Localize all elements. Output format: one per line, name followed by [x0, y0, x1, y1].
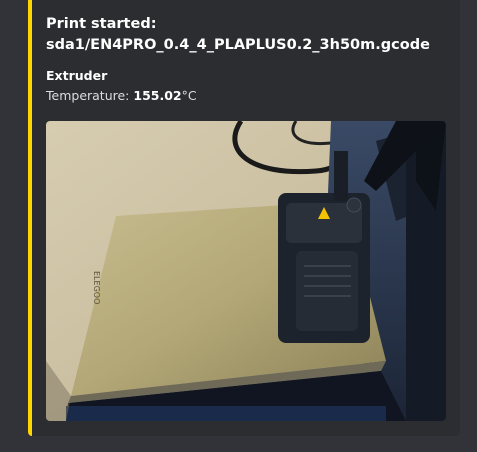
field-value-label: Temperature: — [46, 88, 134, 103]
field-value-unit: °C — [181, 88, 197, 103]
embed-card: Print started: sda1/EN4PRO_0.4_4_PLAPLUS… — [28, 0, 460, 436]
embed-image[interactable]: ELEGOO — [46, 121, 446, 421]
field-name: Extruder — [46, 68, 108, 83]
bed-logo: ELEGOO — [92, 271, 101, 304]
field-value-number: 155.02 — [133, 88, 182, 103]
embed-title-line2: sda1/EN4PRO_0.4_4_PLAPLUS0.2_3h50m.gcode — [46, 37, 430, 53]
embed-title-line1: Print started: — [46, 16, 157, 32]
field-value: Temperature: 155.02°C — [46, 88, 197, 104]
embed-title: Print started: sda1/EN4PRO_0.4_4_PLAPLUS… — [46, 14, 456, 56]
printer-photo: ELEGOO — [46, 121, 446, 421]
